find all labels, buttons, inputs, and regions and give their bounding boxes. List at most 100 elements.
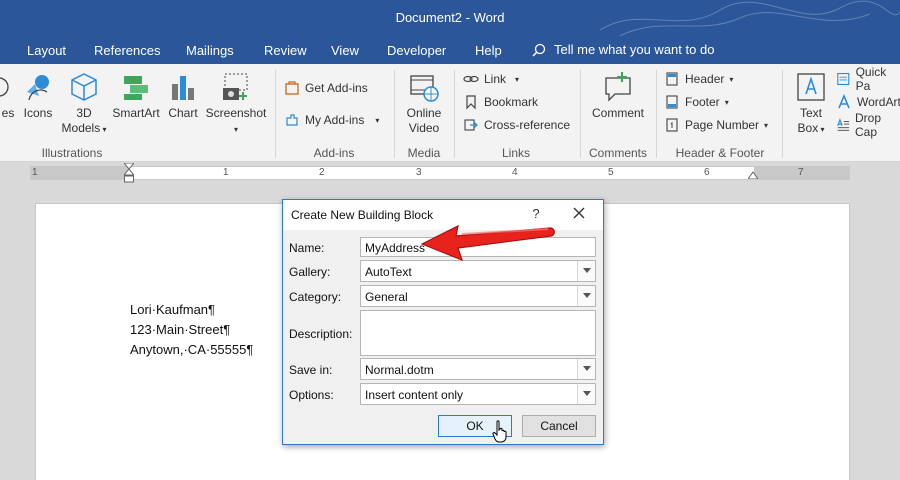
smartart-icon bbox=[124, 76, 148, 100]
gallery-label: Gallery: bbox=[289, 265, 331, 279]
quick-parts-label: Quick Pa bbox=[855, 65, 887, 93]
icons-button[interactable]: Icons bbox=[20, 70, 56, 121]
store-icon bbox=[285, 81, 299, 95]
right-indent-marker-icon[interactable] bbox=[748, 169, 758, 179]
quick-parts-icon bbox=[837, 72, 850, 86]
online-video-label-2: Video bbox=[408, 121, 440, 135]
icons-icon bbox=[27, 75, 49, 101]
options-value: Insert content only bbox=[365, 388, 464, 402]
options-select[interactable]: Insert content only bbox=[360, 383, 596, 405]
3d-models-button[interactable]: 3D Models ▾ bbox=[58, 70, 110, 137]
cube-icon bbox=[71, 73, 97, 101]
bookmark-label: Bookmark bbox=[484, 95, 539, 109]
cross-reference-icon bbox=[464, 119, 478, 131]
smartart-button[interactable]: SmartArt bbox=[110, 70, 162, 121]
tab-help[interactable]: Help bbox=[475, 43, 502, 58]
online-video-label-1: Online bbox=[406, 106, 442, 120]
ruler-number: 3 bbox=[416, 167, 422, 178]
shapes-icon bbox=[0, 77, 9, 97]
3d-models-label-2: Models bbox=[61, 121, 101, 135]
chart-button[interactable]: Chart bbox=[164, 70, 202, 121]
chart-label: Chart bbox=[168, 106, 198, 120]
address-line: Lori·Kaufman¶ bbox=[130, 302, 216, 317]
group-separator bbox=[275, 70, 276, 158]
wordart-button[interactable]: WordArt bbox=[836, 92, 900, 112]
cancel-button[interactable]: Cancel bbox=[522, 415, 596, 437]
save-in-select[interactable]: Normal.dotm bbox=[360, 358, 596, 380]
screenshot-icon bbox=[223, 73, 248, 100]
tab-mailings[interactable]: Mailings bbox=[186, 43, 234, 58]
group-label-illustrations: Illustrations bbox=[41, 146, 103, 160]
cross-reference-button[interactable]: Cross-reference bbox=[463, 115, 570, 135]
text-box-label-2: Box bbox=[797, 121, 819, 135]
link-button[interactable]: Link ▾ bbox=[463, 69, 519, 89]
category-label: Category: bbox=[289, 290, 342, 304]
my-addins-button[interactable]: My Add-ins ▾ bbox=[284, 110, 379, 130]
footer-button[interactable]: Footer ▾ bbox=[664, 92, 729, 112]
title-bar: Document2 - Word bbox=[0, 0, 900, 36]
address-line: Anytown,·CA·55555¶ bbox=[130, 342, 254, 357]
header-label: Header bbox=[685, 72, 725, 86]
icons-label: Icons bbox=[23, 106, 53, 120]
tab-view[interactable]: View bbox=[331, 43, 359, 58]
chevron-down-icon: ▾ bbox=[375, 115, 380, 125]
wordart-label: WordArt bbox=[857, 95, 900, 109]
link-icon bbox=[463, 75, 479, 83]
ribbon-tabs: Layout References Mailings Review View D… bbox=[0, 36, 900, 64]
indent-marker-icon[interactable] bbox=[124, 163, 134, 183]
tab-references[interactable]: References bbox=[94, 43, 160, 58]
hand-cursor-icon bbox=[492, 420, 507, 443]
header-button[interactable]: Header ▾ bbox=[664, 69, 733, 89]
ruler-number: 4 bbox=[512, 167, 518, 178]
get-addins-button[interactable]: Get Add-ins bbox=[284, 78, 368, 98]
chevron-down-icon[interactable] bbox=[577, 286, 595, 306]
quick-parts-button[interactable]: Quick Pa bbox=[836, 65, 900, 93]
chevron-down-icon: ▾ bbox=[764, 120, 769, 130]
name-label: Name: bbox=[289, 241, 325, 255]
online-video-button[interactable]: Online Video bbox=[400, 70, 448, 136]
category-select[interactable]: General bbox=[360, 285, 596, 307]
page-number-button[interactable]: Page Number ▾ bbox=[664, 115, 768, 135]
lightbulb-icon bbox=[532, 43, 546, 57]
close-icon[interactable] bbox=[571, 204, 587, 222]
bookmark-button[interactable]: Bookmark bbox=[463, 92, 538, 112]
chart-icon bbox=[172, 76, 194, 100]
save-in-label: Save in: bbox=[289, 363, 333, 377]
footer-label: Footer bbox=[685, 95, 720, 109]
wordart-icon bbox=[838, 94, 850, 109]
drop-cap-label: Drop Cap bbox=[855, 111, 882, 139]
group-separator bbox=[656, 70, 657, 158]
footer-icon bbox=[666, 95, 678, 109]
my-addins-label: My Add-ins bbox=[305, 113, 365, 127]
group-label-comments: Comments bbox=[588, 146, 647, 160]
chevron-down-icon: ▾ bbox=[729, 74, 734, 84]
shapes-button[interactable]: es bbox=[0, 70, 16, 121]
tell-me-box[interactable]: Tell me what you want to do bbox=[532, 42, 714, 57]
tab-layout[interactable]: Layout bbox=[27, 43, 66, 58]
help-button[interactable]: ? bbox=[529, 206, 543, 221]
text-box-icon bbox=[797, 73, 825, 101]
group-separator bbox=[782, 70, 783, 158]
text-box-button[interactable]: Text Box ▾ bbox=[790, 70, 832, 137]
chevron-down-icon: ▾ bbox=[724, 97, 729, 107]
chevron-down-icon[interactable] bbox=[577, 359, 595, 379]
tab-review[interactable]: Review bbox=[264, 43, 307, 58]
screenshot-button[interactable]: Screenshot ▾ bbox=[204, 70, 268, 137]
chevron-down-icon[interactable] bbox=[577, 384, 595, 404]
comment-label: Comment bbox=[591, 106, 644, 120]
header-icon bbox=[666, 72, 678, 86]
chevron-down-icon[interactable] bbox=[577, 261, 595, 281]
puzzle-icon bbox=[286, 114, 298, 126]
tab-developer[interactable]: Developer bbox=[387, 43, 446, 58]
ribbon: es Icons 3D Models ▾ SmartArt Chart Scre… bbox=[0, 64, 900, 162]
smartart-label: SmartArt bbox=[112, 106, 160, 120]
horizontal-ruler[interactable]: 1 1 2 3 4 5 6 7 bbox=[30, 163, 850, 183]
chevron-down-icon: ▾ bbox=[818, 125, 825, 134]
drop-cap-button[interactable]: Drop Cap bbox=[836, 111, 900, 139]
description-field[interactable] bbox=[360, 310, 596, 356]
address-text[interactable]: Lori·Kaufman¶ 123·Main·Street¶ Anytown,·… bbox=[130, 300, 253, 360]
link-label: Link bbox=[484, 72, 507, 86]
bookmark-icon bbox=[466, 95, 476, 110]
comment-button[interactable]: Comment bbox=[588, 70, 648, 121]
page-number-label: Page Number bbox=[685, 118, 760, 132]
